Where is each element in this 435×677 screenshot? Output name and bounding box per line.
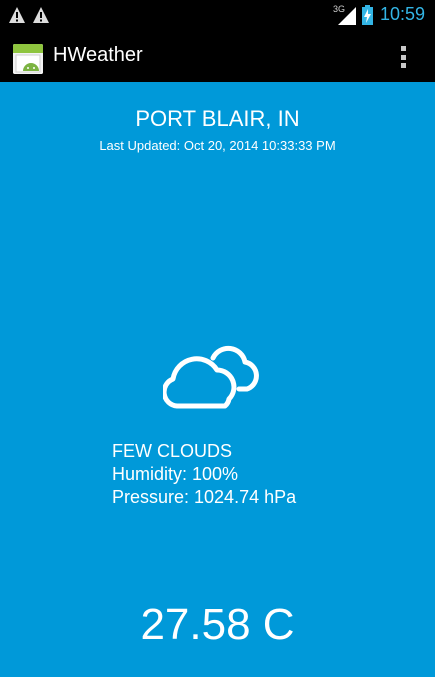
cloud-icon (163, 345, 259, 409)
humidity-text: Humidity: 100% (112, 464, 239, 484)
pressure-text: Pressure: 1024.74 hPa (112, 487, 297, 507)
temperature-value: 27.58 C (140, 600, 295, 649)
weather-panel: PORT BLAIR, IN Last Updated: Oct 20, 201… (0, 82, 435, 677)
warning-icon (9, 7, 25, 23)
battery-charging-icon (362, 5, 373, 25)
signal-icon (338, 7, 356, 25)
weather-details: FEW CLOUDS Humidity: 100% Pressure: 1024… (112, 440, 296, 509)
city-name: PORT BLAIR, IN (135, 106, 300, 131)
android-app-icon[interactable] (13, 44, 43, 74)
weather-description: FEW CLOUDS (112, 441, 233, 461)
status-clock: 10:59 (380, 4, 426, 24)
last-updated-text: Last Updated: Oct 20, 2014 10:33:33 PM (99, 138, 336, 153)
warning-icon (33, 7, 49, 23)
overflow-menu-icon[interactable] (393, 44, 413, 70)
status-bar: 3G 10:59 (0, 0, 435, 34)
action-bar: HWeather (0, 34, 435, 81)
app-title: HWeather (53, 44, 143, 66)
